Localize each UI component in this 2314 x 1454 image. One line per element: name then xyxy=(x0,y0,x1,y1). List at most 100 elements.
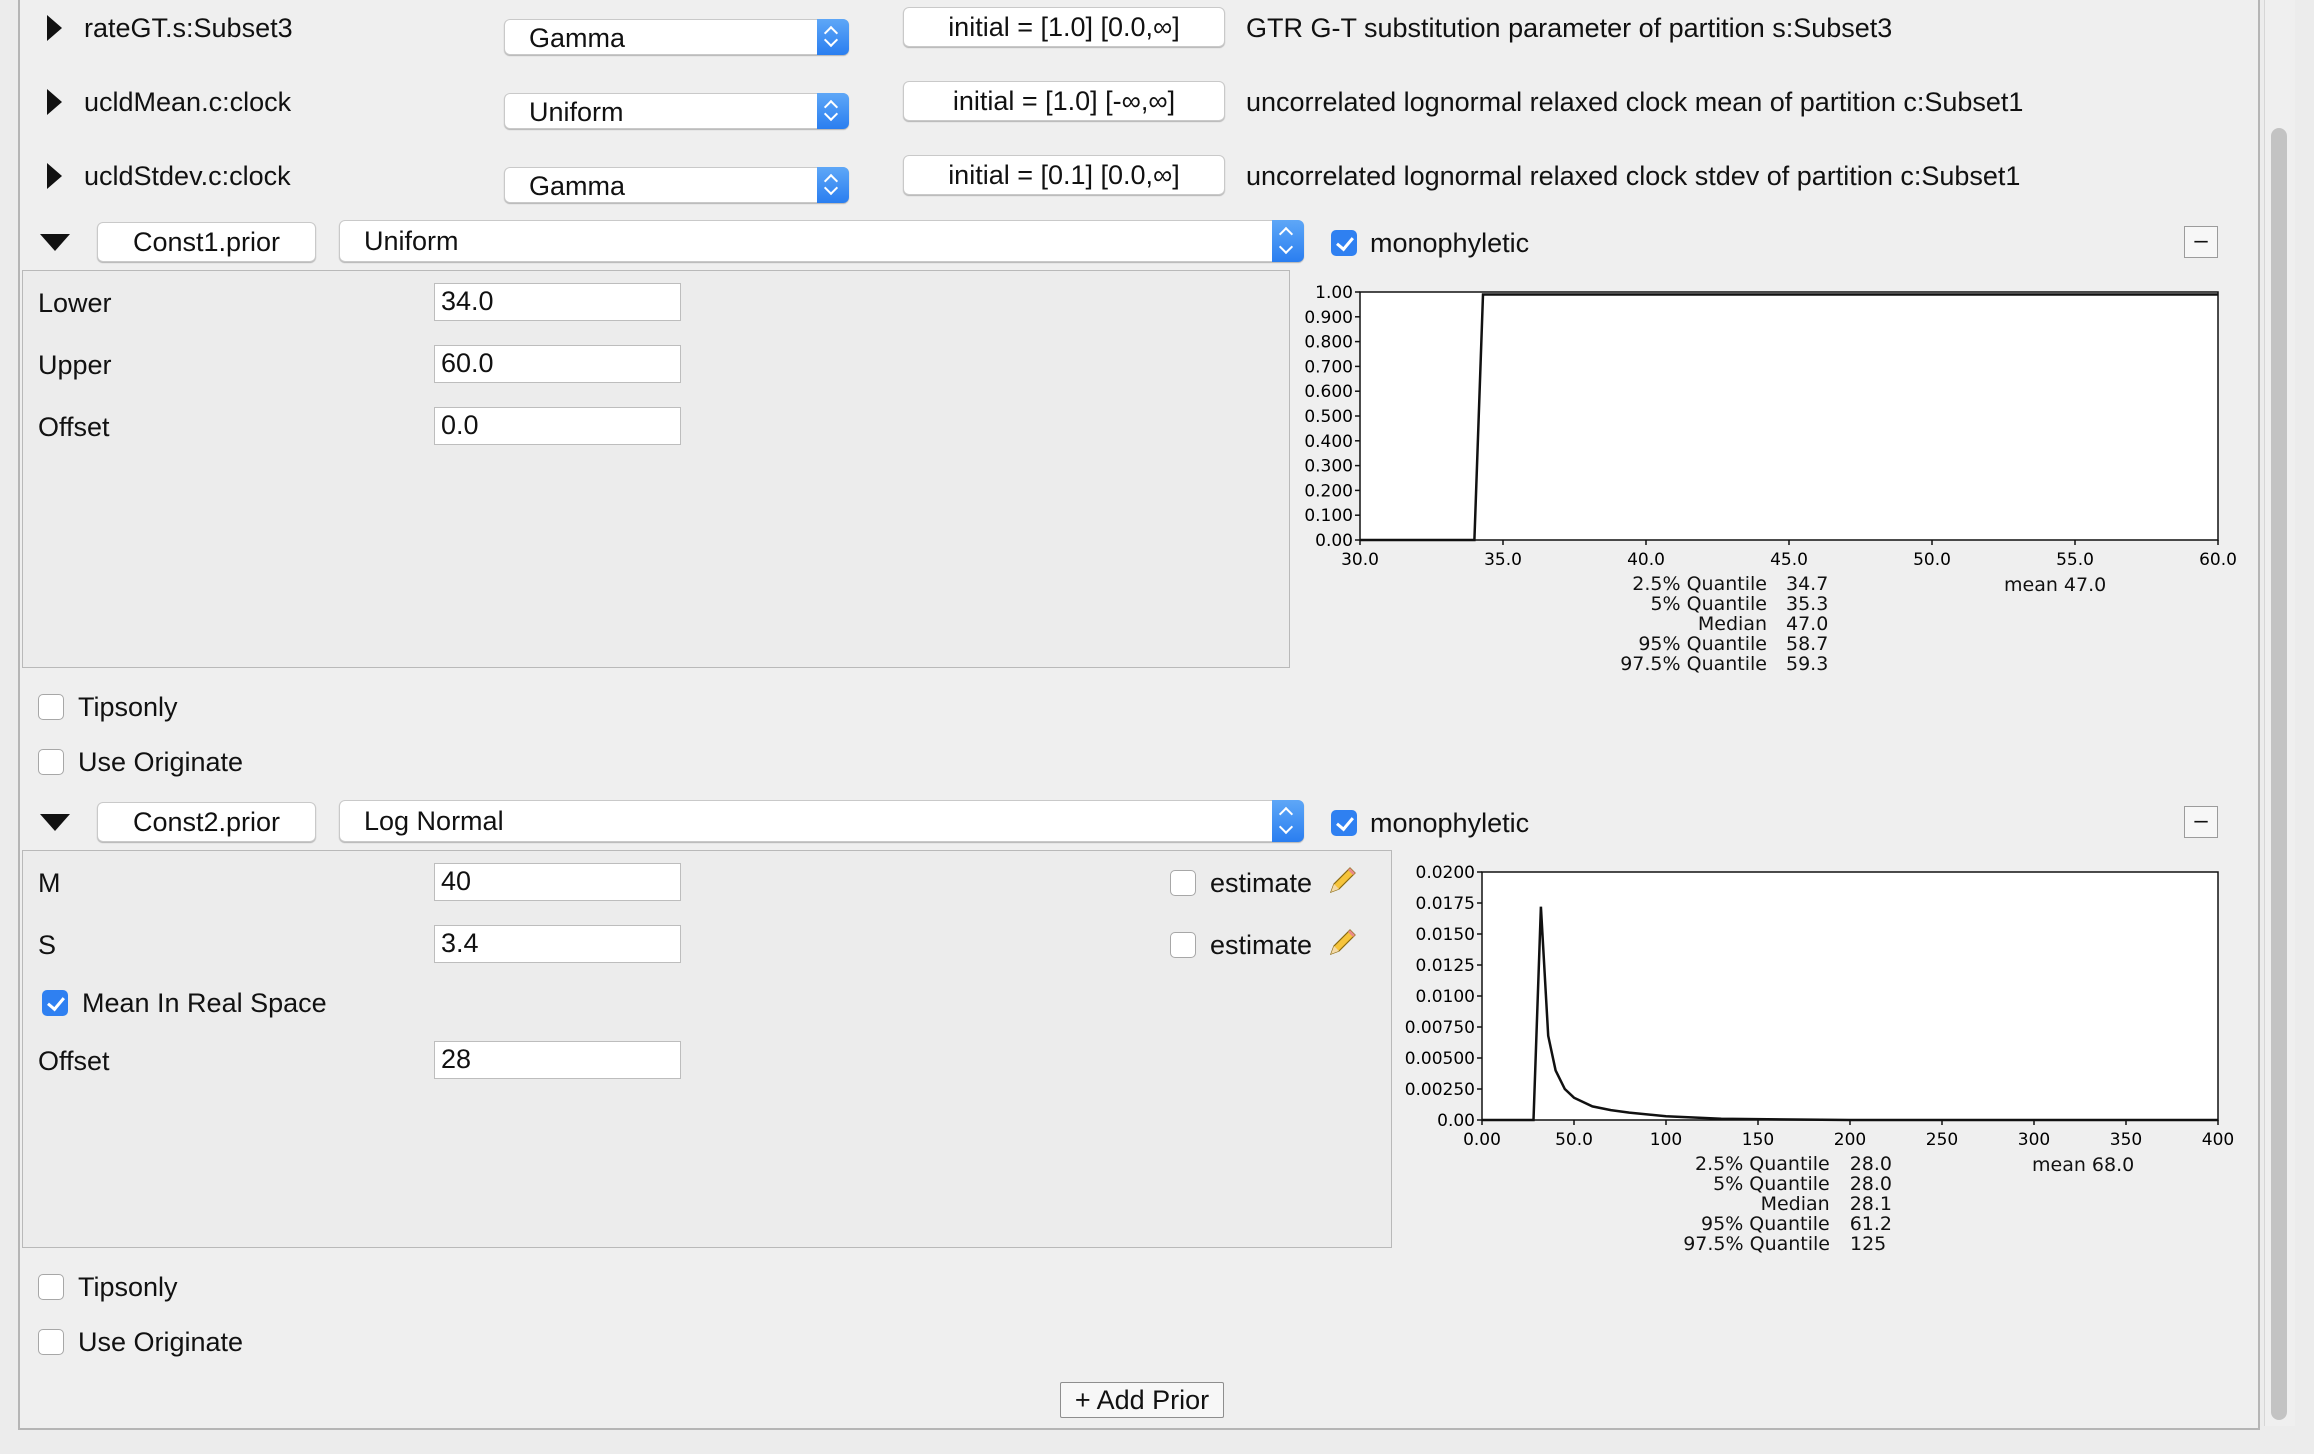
prior1-lower-label: Lower xyxy=(38,288,112,318)
quantile-value: 34.7 xyxy=(1786,573,1829,595)
prior1-monophyletic-checkbox[interactable] xyxy=(1331,230,1357,256)
quantile-value: 58.7 xyxy=(1786,633,1829,655)
y-tick-label: 0.0100 xyxy=(1416,987,1475,1007)
prior2-monophyletic-label: monophyletic xyxy=(1370,808,1530,838)
prior2-use-originate-label: Use Originate xyxy=(78,1327,244,1357)
pencil-icon[interactable] xyxy=(1325,864,1359,898)
prior2-m-estimate-checkbox[interactable] xyxy=(1170,870,1196,896)
prior2-mean-real-space-checkbox[interactable] xyxy=(42,990,68,1016)
chevron-updown-icon xyxy=(817,93,849,129)
y-tick-label: 0.900 xyxy=(1304,308,1353,328)
prior2-use-originate-checkbox[interactable] xyxy=(38,1329,64,1355)
expand-toggle-icon[interactable] xyxy=(47,163,62,189)
median-value: 28.1 xyxy=(1849,1193,1892,1215)
prior1-remove-button[interactable]: – xyxy=(2184,226,2218,258)
prior1-offset-label: Offset xyxy=(38,412,110,442)
prior2-s-estimate-label: estimate xyxy=(1210,930,1313,960)
pencil-icon[interactable] xyxy=(1325,926,1359,960)
param-initial-button[interactable]: initial = [0.1] [0.0,∞] xyxy=(903,155,1225,195)
expand-toggle-icon[interactable] xyxy=(47,89,62,115)
quantile-value: 28.0 xyxy=(1849,1153,1892,1175)
prior2-monophyletic-checkbox[interactable] xyxy=(1331,810,1357,836)
prior2-s-input[interactable]: 3.4 xyxy=(434,925,681,963)
quantile-label: 2.5% Quantile xyxy=(1694,1153,1830,1175)
quantile-value: 125 xyxy=(1850,1233,1887,1255)
chevron-updown-icon xyxy=(817,167,849,203)
prior1-name-button[interactable]: Const1.prior xyxy=(97,222,316,262)
prior2-mean: mean 68.0 xyxy=(2032,1154,2135,1176)
prior2-distribution-label: Log Normal xyxy=(364,806,504,836)
prior2-tipsonly-checkbox[interactable] xyxy=(38,1274,64,1300)
scrollbar-thumb[interactable] xyxy=(2271,128,2287,1420)
param-name: ucldMean.c:clock xyxy=(84,87,292,117)
median-label: Median xyxy=(1760,1193,1830,1215)
prior2-mean-real-space-label: Mean In Real Space xyxy=(82,988,327,1018)
x-tick-label: 250 xyxy=(1926,1130,1958,1150)
chevron-updown-icon xyxy=(817,19,849,55)
y-tick-label: 0.600 xyxy=(1304,382,1353,402)
x-tick-label: 35.0 xyxy=(1484,550,1522,570)
prior1-params-panel xyxy=(22,270,1290,668)
quantile-value: 61.2 xyxy=(1849,1213,1892,1235)
y-tick-label: 0.100 xyxy=(1304,506,1353,526)
x-tick-label: 350 xyxy=(2110,1130,2142,1150)
prior2-remove-button[interactable]: – xyxy=(2184,806,2218,838)
x-tick-label: 55.0 xyxy=(2056,550,2094,570)
param-description: uncorrelated lognormal relaxed clock std… xyxy=(1246,161,2021,191)
prior1-use-originate-checkbox[interactable] xyxy=(38,749,64,775)
param-initial-button[interactable]: initial = [1.0] [0.0,∞] xyxy=(903,7,1225,47)
y-tick-label: 0.00 xyxy=(1315,531,1353,551)
add-prior-button[interactable]: + Add Prior xyxy=(1060,1382,1224,1418)
vertical-scrollbar[interactable] xyxy=(2264,0,2295,1426)
prior1-offset-input[interactable]: 0.0 xyxy=(434,407,681,445)
prior2-s-estimate-checkbox[interactable] xyxy=(1170,932,1196,958)
param-distribution-label: Gamma xyxy=(529,23,626,53)
quantile-label: 97.5% Quantile xyxy=(1683,1233,1830,1255)
prior1-upper-input[interactable]: 60.0 xyxy=(434,345,681,383)
prior2-distribution-select[interactable]: Log Normal xyxy=(339,800,1304,842)
x-tick-label: 150 xyxy=(1742,1130,1774,1150)
prior1-density-chart: 0.00 0.100 0.200 0.300 0.400 0.500 0.600 0.700 0… xyxy=(1304,283,2237,570)
param-distribution-select[interactable]: Gamma xyxy=(504,19,849,55)
prior2-m-input[interactable]: 40 xyxy=(434,863,681,901)
quantile-value: 59.3 xyxy=(1786,653,1829,675)
x-tick-label: 50.0 xyxy=(1913,550,1951,570)
x-tick-label: 0.00 xyxy=(1463,1130,1501,1150)
collapse-toggle-icon[interactable] xyxy=(40,814,70,831)
y-tick-label: 0.500 xyxy=(1304,407,1353,427)
prior1-lower-input[interactable]: 34.0 xyxy=(434,283,681,321)
param-initial-button[interactable]: initial = [1.0] [-∞,∞] xyxy=(903,81,1225,121)
x-tick-label: 400 xyxy=(2202,1130,2234,1150)
prior1-distribution-label: Uniform xyxy=(364,226,459,256)
x-tick-label: 30.0 xyxy=(1341,550,1379,570)
param-name: ucldStdev.c:clock xyxy=(84,161,291,191)
prior2-offset-label: Offset xyxy=(38,1046,110,1076)
prior2-offset-input[interactable]: 28 xyxy=(434,1041,681,1079)
median-label: Median xyxy=(1697,613,1767,635)
expand-toggle-icon[interactable] xyxy=(47,15,62,41)
prior2-s-label: S xyxy=(38,930,57,960)
param-description: GTR G-T substitution parameter of partit… xyxy=(1246,13,1893,43)
y-tick-label: 0.0200 xyxy=(1416,863,1475,883)
chevron-updown-icon xyxy=(1272,800,1304,842)
y-tick-label: 0.200 xyxy=(1304,481,1353,501)
quantile-value: 28.0 xyxy=(1849,1173,1892,1195)
prior1-tipsonly-checkbox[interactable] xyxy=(38,694,64,720)
collapse-toggle-icon[interactable] xyxy=(40,234,70,251)
param-distribution-select[interactable]: Gamma xyxy=(504,167,849,203)
param-distribution-label: Gamma xyxy=(529,171,626,201)
y-tick-label: 0.0175 xyxy=(1416,894,1475,914)
prior1-distribution-select[interactable]: Uniform xyxy=(339,220,1304,262)
chevron-updown-icon xyxy=(1272,220,1304,262)
prior1-quantiles: 2.5% Quantile 34.7 5% Quantile 35.3 Median… xyxy=(1540,574,1830,674)
prior2-name-button[interactable]: Const2.prior xyxy=(97,802,316,842)
prior1-tipsonly-label: Tipsonly xyxy=(78,692,178,722)
x-tick-label: 200 xyxy=(1834,1130,1866,1150)
y-tick-label: 0.00250 xyxy=(1405,1080,1475,1100)
quantile-label: 97.5% Quantile xyxy=(1620,653,1767,675)
x-tick-label: 45.0 xyxy=(1770,550,1808,570)
plot-area xyxy=(1481,871,2219,1121)
prior1-use-originate-label: Use Originate xyxy=(78,747,244,777)
param-distribution-select[interactable]: Uniform xyxy=(504,93,849,129)
y-tick-label: 0.400 xyxy=(1304,432,1353,452)
